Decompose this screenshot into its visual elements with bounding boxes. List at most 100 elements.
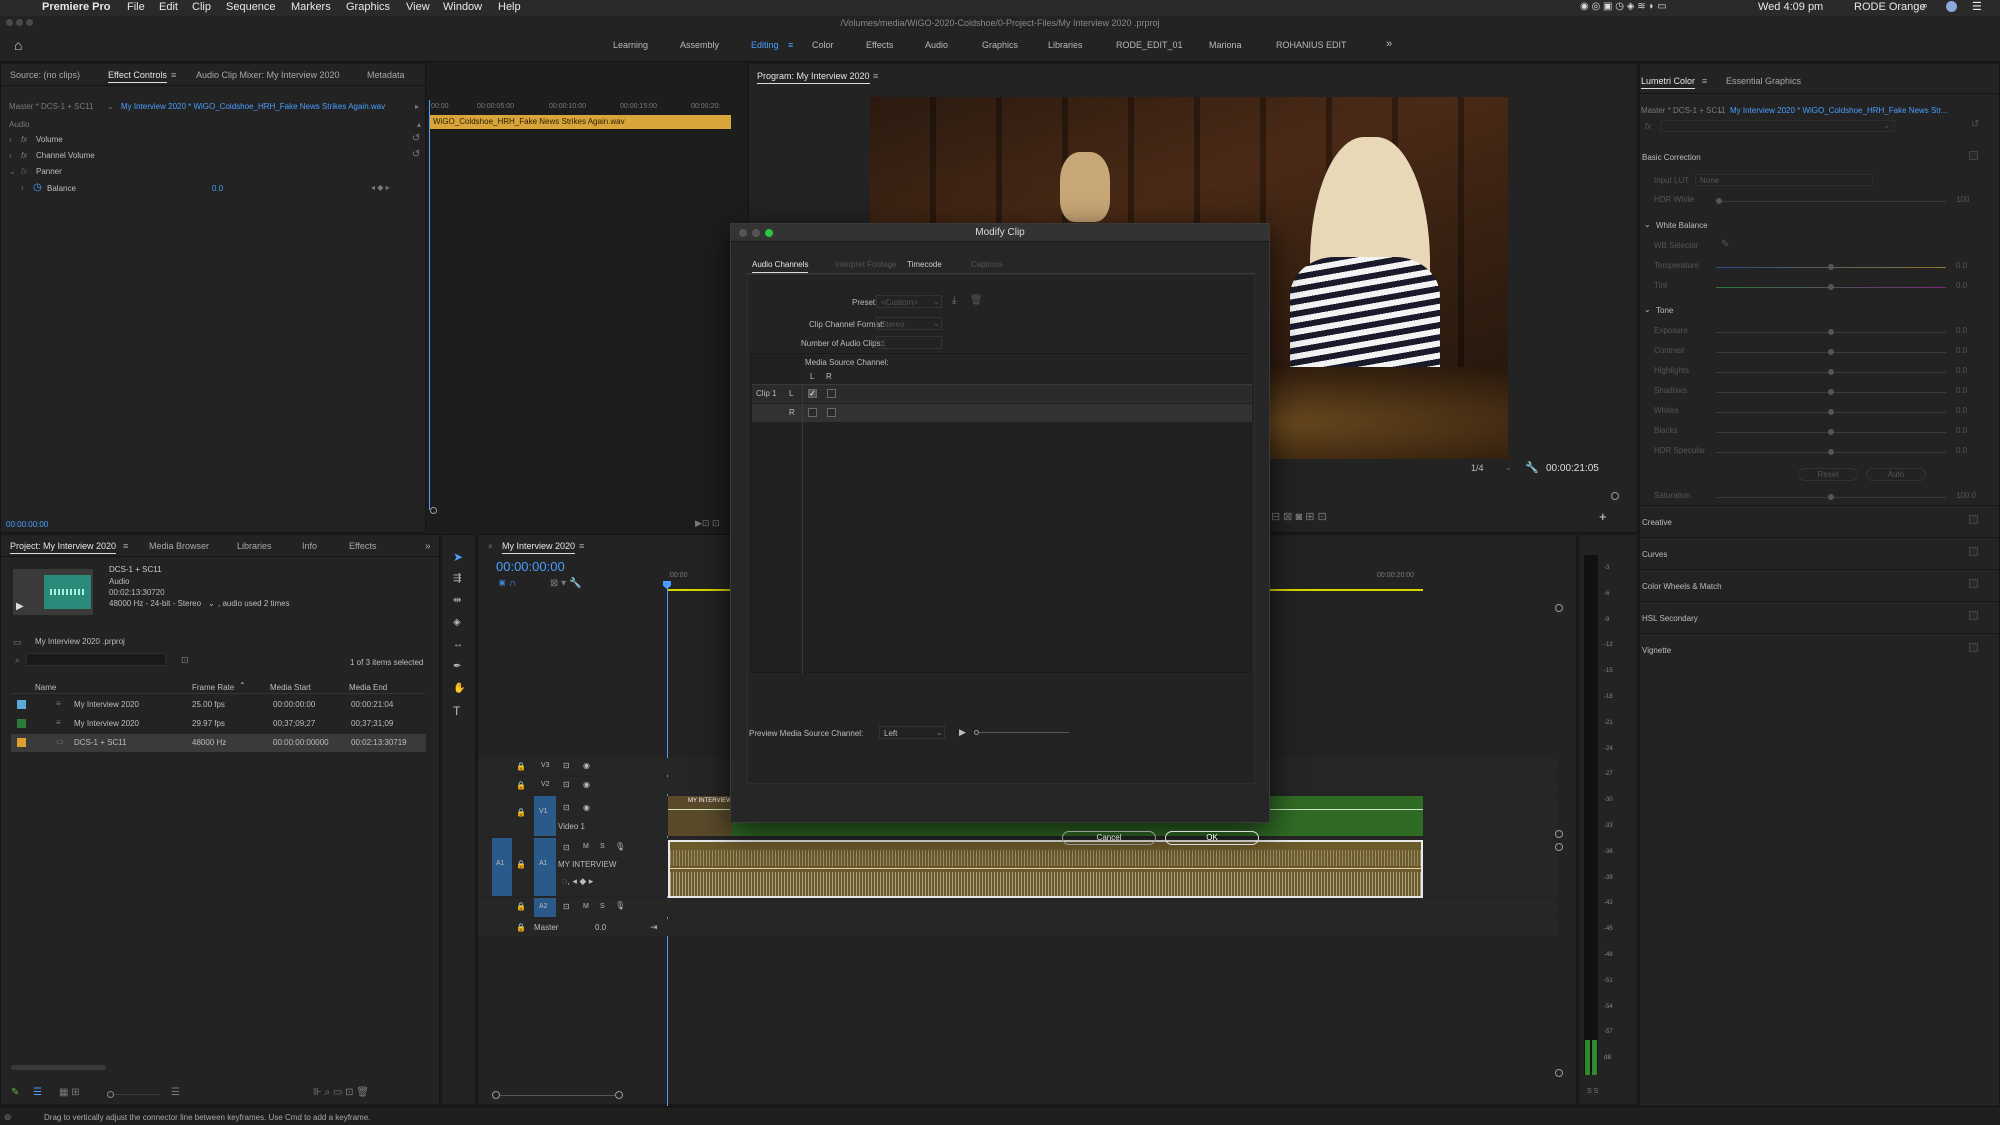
close-window-icon[interactable] — [6, 19, 13, 26]
scroll-handle-icon[interactable] — [1555, 1069, 1563, 1077]
lock-icon[interactable]: 🔒 — [516, 808, 526, 817]
type-tool-icon[interactable]: T — [453, 705, 460, 717]
mute-button[interactable]: M — [583, 903, 589, 910]
app-menu[interactable]: Premiere Pro — [42, 1, 110, 13]
effect-controls-timecode[interactable]: 00:00:00:00 — [6, 520, 48, 529]
menu-markers[interactable]: Markers — [291, 1, 331, 13]
play-preview-icon[interactable]: ▶ — [959, 727, 966, 738]
expand-channel-volume-icon[interactable]: › — [9, 151, 12, 160]
workspace-editing[interactable]: Editing — [751, 40, 779, 50]
tab-captions[interactable]: Captions — [971, 260, 1003, 269]
basic-correction-checkbox[interactable] — [1969, 151, 1978, 160]
preview-scrub-bar[interactable] — [979, 732, 1069, 733]
tab-interpret-footage[interactable]: Interpret Footage — [835, 260, 896, 269]
thumbnail-zoom-slider[interactable] — [114, 1094, 159, 1095]
save-preset-icon[interactable]: ⤓ — [952, 295, 956, 306]
sort-icons-icon[interactable]: ☰ — [171, 1087, 180, 1098]
play-thumbnail-icon[interactable]: ▶ — [16, 601, 24, 612]
play-only-icon[interactable]: ▸ — [415, 102, 419, 111]
reset-button[interactable]: Reset — [1798, 468, 1858, 481]
list-view-icon[interactable]: ☰ — [33, 1087, 42, 1098]
cancel-button[interactable]: Cancel — [1062, 831, 1156, 845]
preset-select[interactable]: <Custom> ⌄ — [876, 295, 942, 308]
chevron-down-icon[interactable]: ⌄ — [1717, 106, 1724, 115]
track-a1-target[interactable]: A1 — [534, 838, 556, 896]
bottom-toolbar-icons[interactable]: ⊪ ⌕ ▭ ⊡ 🗑 — [313, 1087, 369, 1098]
tone-whites-value[interactable]: 0.0 — [1956, 406, 1967, 415]
zoom-window-icon[interactable] — [26, 19, 33, 26]
project-row[interactable]: ≡ My Interview 2020 29.97 fps 00;37;09;27 00… — [11, 715, 426, 733]
tab-libraries[interactable]: Libraries — [237, 541, 272, 551]
menu-user[interactable]: RODE Orange — [1854, 1, 1926, 13]
label-color-swatch[interactable] — [17, 719, 26, 728]
chevron-down-icon[interactable]: ⌄ — [1883, 121, 1890, 130]
export-icon[interactable]: ▶⊡ ⊡ — [695, 518, 720, 529]
auto-button[interactable]: Auto — [1866, 468, 1926, 481]
project-row[interactable]: ≡ My Interview 2020 25.00 fps 00:00:00:00 00… — [11, 696, 426, 714]
sync-lock-icon[interactable]: ⊡ — [563, 902, 570, 911]
color-wheels-section[interactable]: Color Wheels & Match — [1642, 582, 1722, 591]
workspace-graphics[interactable]: Graphics — [982, 40, 1018, 50]
tone-shadows-slider[interactable] — [1716, 389, 1946, 395]
scroll-handle-icon[interactable] — [1555, 604, 1563, 612]
tab-lumetri-color[interactable]: Lumetri Color — [1641, 76, 1696, 89]
vignette-section[interactable]: Vignette — [1642, 646, 1671, 655]
tab-audio-clip-mixer[interactable]: Audio Clip Mixer: My Interview 2020 — [196, 70, 340, 80]
effect-panner[interactable]: Panner — [36, 167, 62, 176]
menu-file[interactable]: File — [127, 1, 145, 13]
checkbox-l-r[interactable] — [827, 389, 836, 398]
delete-preset-icon[interactable]: 🗑 — [970, 295, 983, 306]
color-wheels-checkbox[interactable] — [1969, 579, 1978, 588]
tone-hdr-specular-slider[interactable] — [1716, 449, 1946, 455]
eyedropper-icon[interactable]: ✎ — [1721, 239, 1729, 250]
program-menu-icon[interactable]: ≡ — [873, 71, 878, 81]
mic-icon[interactable]: 🎙 — [615, 842, 625, 851]
tone-highlights-value[interactable]: 0.0 — [1956, 366, 1967, 375]
zoom-left-handle[interactable] — [492, 1091, 500, 1099]
meter-solo-buttons[interactable]: S S — [1587, 1088, 1598, 1095]
tint-value[interactable]: 0.0 — [1956, 281, 1967, 290]
transport-icons[interactable]: ⊟ ⊠ ◙ ⊞ ⊡ — [1271, 510, 1327, 523]
tone-header[interactable]: Tone — [1656, 306, 1673, 315]
go-to-end-icon[interactable]: ⇥ — [650, 922, 658, 933]
timeline-settings-icons[interactable]: ⊠ ▾ 🔧 — [550, 578, 581, 589]
status-icons[interactable]: ◉ ◎ ▣ ◷ ◈ ≋ ◗ ▭ — [1580, 1, 1667, 12]
timeline-tools-icons[interactable]: ⋇ ∩ — [498, 578, 516, 589]
white-balance-header[interactable]: White Balance — [1656, 221, 1708, 230]
temperature-slider[interactable] — [1716, 264, 1946, 270]
number-audio-clips-input[interactable]: 1 — [876, 336, 942, 349]
balance-value[interactable]: 0.0 — [212, 184, 223, 193]
pencil-icon[interactable]: ✎ — [11, 1087, 19, 1098]
tone-hdr-specular-value[interactable]: 0.0 — [1956, 446, 1967, 455]
menu-graphics[interactable]: Graphics — [346, 1, 390, 13]
saturation-slider[interactable] — [1716, 494, 1946, 500]
expand-volume-icon[interactable]: › — [9, 135, 12, 144]
tab-essential-graphics[interactable]: Essential Graphics — [1726, 76, 1801, 86]
sequence-menu-icon[interactable]: ≡ — [579, 541, 584, 551]
tone-shadows-value[interactable]: 0.0 — [1956, 386, 1967, 395]
tone-highlights-slider[interactable] — [1716, 369, 1946, 375]
hand-tool-icon[interactable]: ✋ — [453, 684, 465, 694]
zoom-right-handle[interactable] — [615, 1091, 623, 1099]
reset-volume-icon[interactable]: ↺ — [412, 133, 420, 144]
label-color-swatch[interactable] — [17, 700, 26, 709]
workspace-color[interactable]: Color — [812, 40, 834, 50]
lock-icon[interactable]: 🔒 — [516, 902, 526, 911]
solo-button[interactable]: S — [600, 843, 605, 850]
sync-lock-icon[interactable]: ⊡ — [563, 803, 570, 812]
saturation-value[interactable]: 100.0 — [1956, 491, 1976, 500]
workspace-rode-edit[interactable]: RODE_EDIT_01 — [1116, 40, 1183, 50]
clip-channel-format-select[interactable]: Stereo ⌄ — [876, 317, 942, 330]
more-workspaces-icon[interactable]: » — [1386, 38, 1392, 50]
horizontal-scrollbar[interactable] — [11, 1065, 106, 1070]
project-row[interactable]: ▭ DCS-1 + SC11 48000 Hz 00:00:00:00000 00:02… — [11, 734, 426, 752]
tone-contrast-slider[interactable] — [1716, 349, 1946, 355]
lumetri-effect-select[interactable] — [1660, 120, 1895, 132]
collapse-panner-icon[interactable]: ⌄ — [9, 167, 16, 176]
temperature-value[interactable]: 0.0 — [1956, 261, 1967, 270]
lumetri-clip-link[interactable]: My Interview 2020 * WiGO_Coldshoe_HRH_Fa… — [1730, 106, 1947, 115]
timeline-timecode[interactable]: 00:00:00:00 — [496, 559, 565, 574]
expand-balance-icon[interactable]: › — [21, 183, 24, 192]
siri-icon[interactable] — [1946, 1, 1957, 12]
track-v1-target[interactable]: V1 — [534, 796, 556, 836]
